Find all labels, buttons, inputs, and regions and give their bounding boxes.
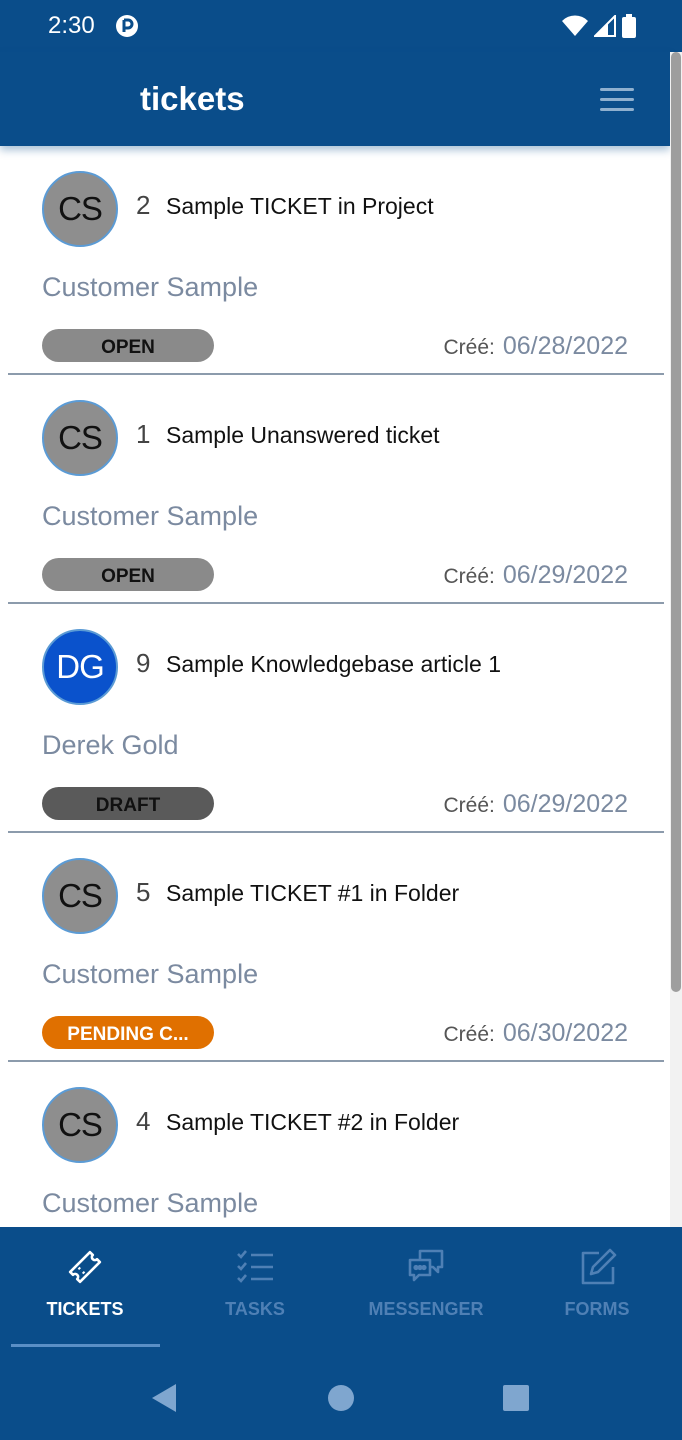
created-label: Créé:	[443, 794, 495, 817]
ticket-icon	[68, 1250, 102, 1284]
created-value: 06/28/2022	[502, 332, 628, 360]
ticket-customer: Customer Sample	[42, 959, 259, 989]
hamburger-menu-icon[interactable]	[600, 88, 634, 114]
ticket-number: 9	[136, 648, 151, 678]
wifi-icon	[562, 15, 588, 36]
ticket-subject: Sample Unanswered ticket	[166, 422, 440, 448]
created-value: 06/30/2022	[502, 1019, 628, 1047]
ticket-number: 1	[136, 419, 151, 449]
tab-messenger[interactable]: MESSENGER	[341, 1227, 511, 1355]
recents-icon[interactable]	[502, 1383, 530, 1413]
status-bar: 2:30	[0, 0, 682, 52]
created-label: Créé:	[443, 336, 495, 359]
ticket-customer: Customer Sample	[42, 272, 259, 302]
created-label: Créé:	[443, 565, 495, 588]
created-value: 06/29/2022	[502, 561, 628, 589]
created-label: Créé:	[443, 1023, 495, 1046]
ticket-card[interactable]: CS 5 Sample TICKET #1 in Folder Customer…	[0, 833, 670, 1062]
bottom-nav: TICKETS TASKS MESSENGER FORMS	[0, 1227, 682, 1355]
signal-icon	[594, 15, 616, 37]
ticket-card[interactable]: DG 9 Sample Knowledgebase article 1 Dere…	[0, 604, 670, 833]
ticket-number: 4	[136, 1106, 151, 1136]
app-bar: tickets	[0, 52, 670, 146]
active-tab-indicator	[11, 1344, 160, 1347]
ticket-subject: Sample TICKET in Project	[166, 193, 434, 219]
tab-forms-label: FORMS	[564, 1299, 630, 1319]
ticket-list[interactable]: CS 2 Sample TICKET in Project Customer S…	[0, 146, 670, 1227]
created-date: Créé: 06/29/2022	[444, 561, 628, 590]
status-badge: OPEN	[42, 558, 214, 591]
avatar: DG	[42, 629, 118, 705]
tab-tasks[interactable]: TASKS	[170, 1227, 340, 1355]
avatar: CS	[42, 171, 118, 247]
tasks-icon	[237, 1250, 273, 1283]
tab-tickets-label: TICKETS	[46, 1299, 124, 1319]
avatar: CS	[42, 1087, 118, 1163]
avatar: CS	[42, 400, 118, 476]
ticket-number: 5	[136, 877, 151, 907]
ticket-customer: Customer Sample	[42, 1188, 259, 1218]
avatar: CS	[42, 858, 118, 934]
app-notification-icon	[116, 15, 138, 37]
status-badge: DRAFT	[42, 787, 214, 820]
ticket-subject: Sample TICKET #2 in Folder	[166, 1109, 460, 1135]
ticket-subject: Sample TICKET #1 in Folder	[166, 880, 460, 906]
home-icon[interactable]	[327, 1383, 355, 1413]
status-badge: OPEN	[42, 329, 214, 362]
tab-tickets[interactable]: TICKETS	[0, 1227, 170, 1355]
scrollbar[interactable]	[670, 52, 682, 1227]
ticket-customer: Customer Sample	[42, 501, 259, 531]
messenger-icon	[408, 1249, 444, 1282]
ticket-card[interactable]: CS 2 Sample TICKET in Project Customer S…	[0, 146, 670, 375]
status-time: 2:30	[48, 12, 95, 39]
tab-tasks-label: TASKS	[225, 1299, 285, 1319]
scrollbar-thumb[interactable]	[671, 52, 681, 992]
tab-forms[interactable]: FORMS	[512, 1227, 682, 1355]
ticket-number: 2	[136, 190, 151, 220]
ticket-card[interactable]: CS 1 Sample Unanswered ticket Customer S…	[0, 375, 670, 604]
created-value: 06/29/2022	[502, 790, 628, 818]
created-date: Créé: 06/28/2022	[444, 332, 628, 361]
created-date: Créé: 06/30/2022	[444, 1019, 628, 1048]
status-badge: PENDING C...	[42, 1016, 214, 1049]
back-icon[interactable]	[150, 1383, 178, 1413]
ticket-card[interactable]: CS 4 Sample TICKET #2 in Folder Customer…	[0, 1062, 670, 1227]
system-icons	[562, 14, 636, 38]
ticket-customer: Derek Gold	[42, 730, 179, 760]
tab-messenger-label: MESSENGER	[368, 1299, 484, 1319]
system-nav-bar	[0, 1355, 682, 1440]
forms-icon	[581, 1248, 617, 1285]
page-title: tickets	[140, 80, 245, 117]
battery-icon	[622, 14, 636, 38]
created-date: Créé: 06/29/2022	[444, 790, 628, 819]
ticket-subject: Sample Knowledgebase article 1	[166, 651, 501, 677]
